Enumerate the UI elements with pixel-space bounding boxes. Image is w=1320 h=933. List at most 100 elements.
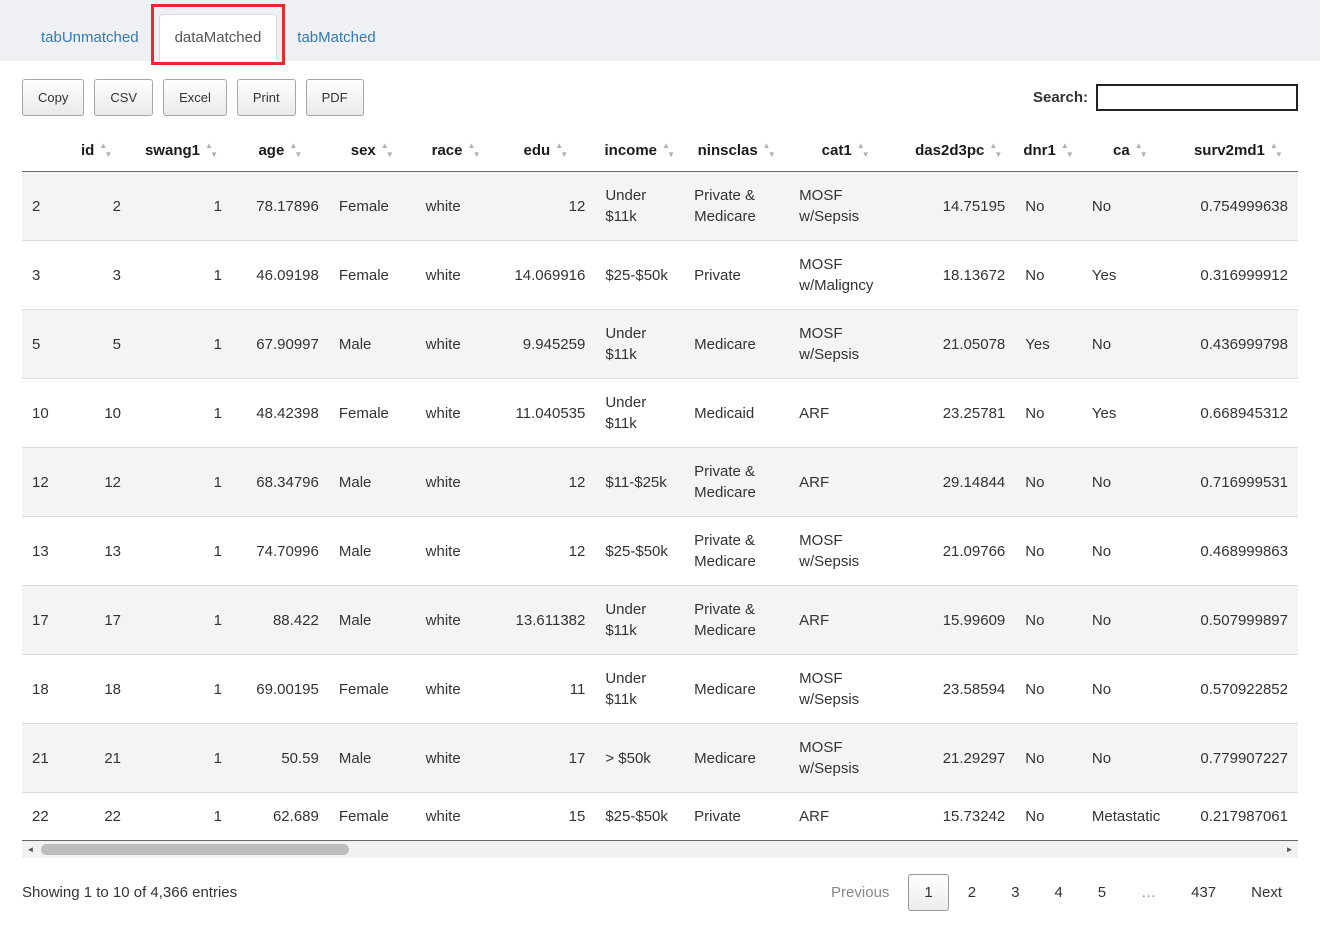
cell: white	[425, 680, 461, 698]
cell: 74.70996	[256, 542, 319, 560]
tab-tabMatched[interactable]: tabMatched	[281, 14, 391, 61]
cell: 22	[32, 808, 49, 826]
next-button[interactable]: Next	[1235, 874, 1298, 911]
cell: No	[1091, 680, 1112, 698]
cell: white	[415, 585, 497, 655]
cell: $25-$50k	[605, 542, 668, 560]
cell: 21.05078	[902, 309, 1016, 379]
cell: white	[415, 309, 497, 379]
column-header-cat1[interactable]: cat1 ▲ ▼	[789, 130, 903, 173]
cell: Female	[338, 680, 389, 698]
column-header-label: das2d3pc	[915, 142, 985, 160]
cell: No	[1081, 309, 1179, 379]
cell: 1	[213, 266, 222, 284]
cell: 10	[104, 404, 122, 422]
column-header-age[interactable]: age ▲ ▼	[231, 130, 329, 173]
tab-bar: tabUnmatched dataMatched tabMatched	[0, 0, 1320, 66]
cell: 17	[22, 585, 63, 655]
column-header-das2d3pc[interactable]: das2d3pc ▲ ▼	[902, 130, 1016, 173]
scroll-thumb[interactable]	[41, 844, 349, 856]
scroll-track[interactable]	[39, 841, 1281, 859]
cell: Private & Medicare	[684, 447, 790, 517]
tab-dataMatched[interactable]: dataMatched	[158, 14, 278, 62]
column-header-label: cat1	[821, 142, 852, 160]
cell: white	[425, 542, 461, 560]
column-header-ca[interactable]: ca ▲ ▼	[1081, 130, 1179, 173]
cell: MOSF w/Sepsis	[789, 723, 903, 793]
cell: 21	[62, 723, 132, 793]
cell: MOSF w/Maligncy	[799, 256, 874, 295]
search-control: Search:	[1033, 84, 1298, 112]
search-input[interactable]	[1096, 84, 1298, 112]
column-header-ninsclas[interactable]: ninsclas ▲ ▼	[684, 130, 790, 173]
excel-button[interactable]: Excel	[163, 79, 227, 117]
page-2-button[interactable]: 2	[952, 874, 992, 911]
page-5-button[interactable]: 5	[1082, 874, 1122, 911]
cell: 15	[568, 808, 586, 826]
cell: No	[1025, 266, 1045, 284]
cell: Medicare	[684, 309, 790, 379]
table-row: 12 12 1 68.34796 Male white 12 $11-$25k Private …	[22, 447, 1298, 517]
horizontal-scrollbar[interactable]: ◄ ►	[22, 841, 1298, 859]
column-header-label: sex	[350, 142, 376, 160]
cell: No	[1081, 171, 1179, 241]
cell: 15.99609	[902, 585, 1016, 655]
print-button[interactable]: Print	[236, 79, 296, 117]
column-header-swang1[interactable]: swang1 ▲ ▼	[131, 130, 232, 173]
column-header-dnr1[interactable]: dnr1 ▲ ▼	[1015, 130, 1082, 173]
pagination: Previous 1 2 3 4 5 … 437 Next	[812, 874, 1298, 912]
column-header-edu[interactable]: edu ▲ ▼	[496, 130, 596, 173]
cell: Under $11k	[605, 394, 647, 433]
column-header-sex[interactable]: sex ▲ ▼	[328, 130, 416, 173]
scroll-left-arrow-icon[interactable]: ◄	[22, 841, 39, 859]
cell: Under $11k	[605, 670, 647, 709]
csv-button[interactable]: CSV	[94, 79, 154, 117]
cell: Female	[328, 171, 416, 241]
cell: 11	[569, 680, 586, 698]
cell: $25-$50k	[605, 808, 668, 826]
column-header-rownames[interactable]	[22, 130, 63, 173]
copy-button[interactable]: Copy	[22, 79, 85, 117]
cell: ARF	[799, 404, 830, 422]
column-header-label: surv2md1	[1193, 142, 1265, 160]
cell: 13.611382	[496, 585, 596, 655]
cell: 15.73242	[942, 808, 1006, 826]
cell: Medicaid	[694, 404, 755, 422]
table-row: 18 18 1 69.00195 Female white 11 Under $11k Medi…	[22, 654, 1298, 724]
cell: 21	[22, 723, 63, 793]
page-437-button[interactable]: 437	[1175, 874, 1232, 911]
cell: Female	[338, 404, 389, 422]
cell: 1	[131, 723, 232, 793]
cell: No	[1015, 585, 1082, 655]
column-header-income[interactable]: income ▲ ▼	[595, 130, 685, 173]
page-1-button[interactable]: 1	[908, 874, 949, 912]
cell: Private	[694, 808, 741, 826]
cell: No	[1015, 171, 1082, 241]
pdf-button[interactable]: PDF	[305, 79, 364, 117]
previous-button[interactable]: Previous	[815, 874, 905, 911]
export-buttons: Copy CSV Excel Print PDF	[22, 79, 364, 117]
cell: 17	[62, 585, 132, 655]
table-footer: Showing 1 to 10 of 4,366 entries Previou…	[22, 858, 1298, 933]
cell: Private & Medicare	[684, 585, 790, 655]
cell: ARF	[789, 585, 903, 655]
page-3-button[interactable]: 3	[995, 874, 1035, 911]
tab-tabUnmatched[interactable]: tabUnmatched	[25, 14, 155, 61]
scroll-right-arrow-icon[interactable]: ►	[1281, 841, 1298, 859]
cell: Medicare	[694, 680, 756, 698]
cell: Male	[328, 723, 416, 793]
sort-icon: ▲ ▼	[289, 141, 303, 160]
column-header-surv2md1[interactable]: surv2md1 ▲ ▼	[1178, 130, 1298, 173]
column-header-race[interactable]: race ▲ ▼	[415, 130, 497, 173]
page-4-button[interactable]: 4	[1038, 874, 1078, 911]
cell: 48.42398	[256, 404, 319, 422]
cell: 1	[131, 171, 232, 241]
column-header-id[interactable]: id ▲ ▼	[62, 130, 132, 173]
cell: 29.14844	[902, 447, 1016, 517]
cell: MOSF w/Sepsis	[799, 532, 860, 571]
cell: Yes	[1091, 266, 1117, 284]
cell: 5	[22, 309, 63, 379]
table-row: 10 10 1 48.42398 Female white 11.040535 Under $…	[22, 378, 1298, 448]
table-row: 2 2 1 78.17896 Female white 12 Under $11k Privat…	[22, 171, 1298, 241]
cell: 0.716999531	[1178, 447, 1298, 517]
